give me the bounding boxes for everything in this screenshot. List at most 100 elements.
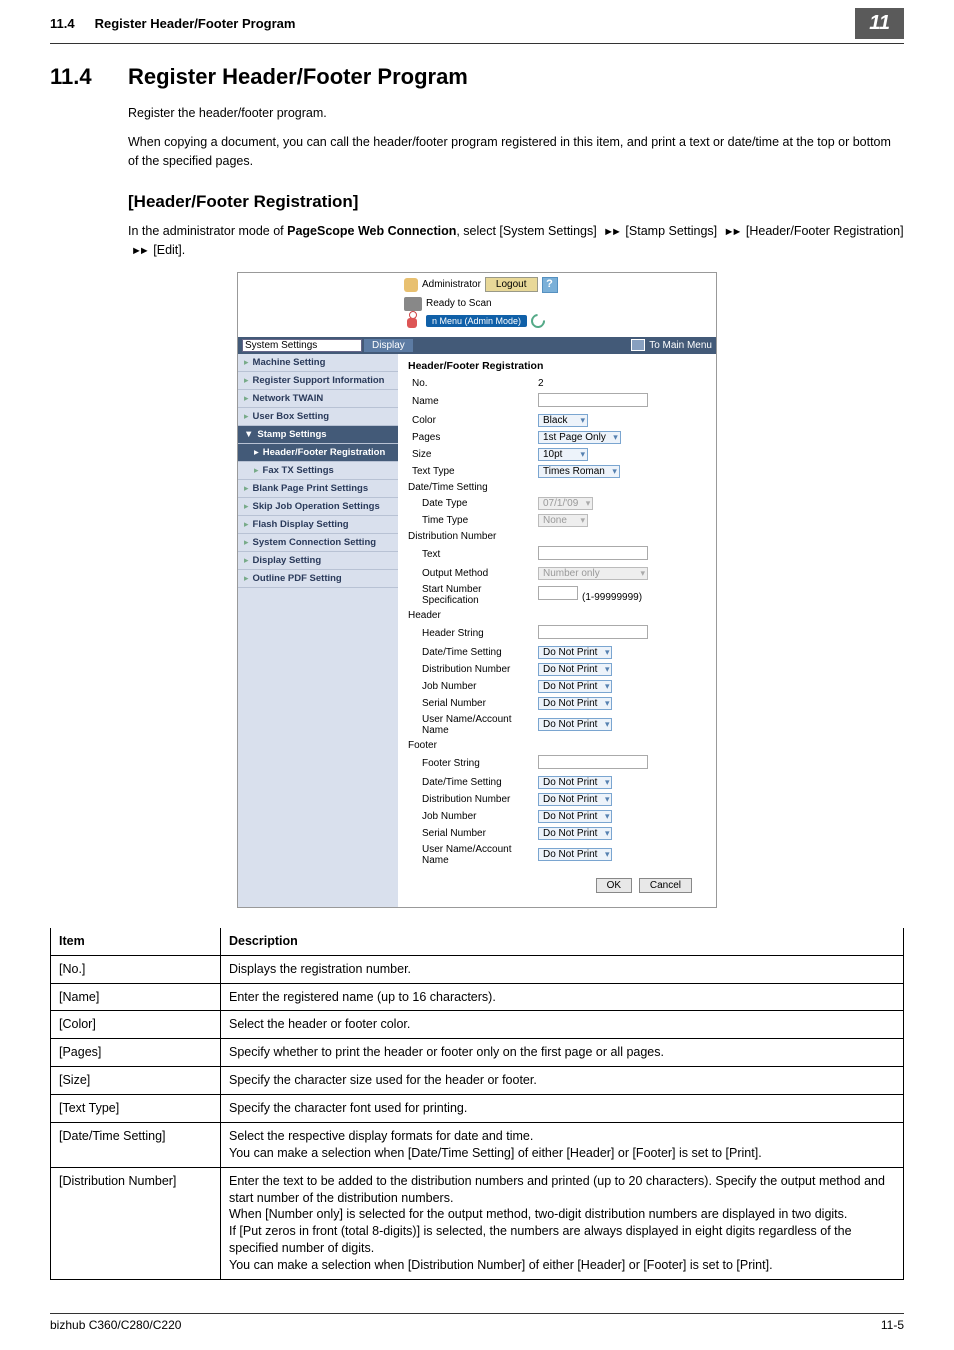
category-select[interactable]: System Settings bbox=[242, 339, 362, 352]
section-heading: [Header/Footer Registration] bbox=[128, 192, 904, 212]
item-cell: [Distribution Number] bbox=[51, 1167, 221, 1279]
table-row: [Text Type]Specify the character font us… bbox=[51, 1095, 904, 1123]
logout-button[interactable]: Logout bbox=[485, 277, 538, 292]
size-select[interactable]: 10pt bbox=[538, 448, 588, 461]
output-method-label: Output Method bbox=[408, 568, 538, 579]
h-serial-select[interactable]: Do Not Print bbox=[538, 697, 612, 710]
table-row: [No.]Displays the registration number. bbox=[51, 955, 904, 983]
footer-right: 11-5 bbox=[881, 1318, 904, 1332]
table-row: [Date/Time Setting]Select the respective… bbox=[51, 1122, 904, 1167]
sidebar-item-fax-tx[interactable]: ▸Fax TX Settings bbox=[238, 462, 398, 480]
sidebar-item-system-connection[interactable]: ▸System Connection Setting bbox=[238, 534, 398, 552]
to-main-menu-button[interactable]: To Main Menu bbox=[649, 340, 712, 351]
start-number-label: Start Number Specification bbox=[408, 584, 538, 606]
arrow-icon: ►► bbox=[131, 245, 147, 257]
h-datetime-label: Date/Time Setting bbox=[408, 647, 538, 658]
sidebar-item-header-footer-reg[interactable]: ▸Header/Footer Registration bbox=[238, 444, 398, 462]
arrow-icon: ►► bbox=[724, 226, 740, 238]
text-type-select[interactable]: Times Roman bbox=[538, 465, 620, 478]
menu-mode-label: n Menu (Admin Mode) bbox=[426, 315, 527, 327]
header-section-num: 11.4 bbox=[50, 16, 75, 31]
h-distnum-label: Distribution Number bbox=[408, 664, 538, 675]
user-icon bbox=[404, 311, 422, 331]
desc-cell: Specify the character size used for the … bbox=[221, 1067, 904, 1095]
table-row: [Distribution Number]Enter the text to b… bbox=[51, 1167, 904, 1279]
desc-cell: Select the header or footer color. bbox=[221, 1011, 904, 1039]
distribution-number-label: Distribution Number bbox=[408, 531, 538, 542]
sidebar-item-flash-display[interactable]: ▸Flash Display Setting bbox=[238, 516, 398, 534]
h-username-select[interactable]: Do Not Print bbox=[538, 718, 612, 731]
cancel-button[interactable]: Cancel bbox=[639, 878, 692, 893]
table-row: [Name]Enter the registered name (up to 1… bbox=[51, 983, 904, 1011]
sidebar-item-skip-job[interactable]: ▸Skip Job Operation Settings bbox=[238, 498, 398, 516]
f-distnum-select[interactable]: Do Not Print bbox=[538, 793, 612, 806]
h-username-label: User Name/Account Name bbox=[408, 714, 538, 736]
f-datetime-label: Date/Time Setting bbox=[408, 777, 538, 788]
admin-icon bbox=[404, 278, 418, 292]
datetime-setting-label: Date/Time Setting bbox=[408, 482, 538, 493]
date-type-label: Date Type bbox=[408, 498, 538, 509]
h-datetime-select[interactable]: Do Not Print bbox=[538, 646, 612, 659]
footer-left: bizhub C360/C280/C220 bbox=[50, 1318, 881, 1332]
item-cell: [Date/Time Setting] bbox=[51, 1122, 221, 1167]
panel-heading: Header/Footer Registration bbox=[408, 360, 706, 372]
desc-cell: Select the respective display formats fo… bbox=[221, 1122, 904, 1167]
desc-cell: Enter the registered name (up to 16 char… bbox=[221, 983, 904, 1011]
sidebar-item-network-twain[interactable]: ▸Network TWAIN bbox=[238, 390, 398, 408]
start-number-input[interactable] bbox=[538, 586, 578, 600]
main-menu-icon bbox=[631, 339, 645, 351]
item-cell: [Name] bbox=[51, 983, 221, 1011]
item-cell: [Size] bbox=[51, 1067, 221, 1095]
item-cell: [Color] bbox=[51, 1011, 221, 1039]
desc-cell: Specify the character font used for prin… bbox=[221, 1095, 904, 1123]
item-cell: [No.] bbox=[51, 955, 221, 983]
color-label: Color bbox=[408, 415, 538, 426]
sidebar-item-stamp[interactable]: ▼Stamp Settings bbox=[238, 426, 398, 444]
sidebar-item-outline-pdf[interactable]: ▸Outline PDF Setting bbox=[238, 570, 398, 588]
h-jobnum-select[interactable]: Do Not Print bbox=[538, 680, 612, 693]
date-type-select: 07/1/'09 bbox=[538, 497, 593, 510]
time-type-label: Time Type bbox=[408, 515, 538, 526]
name-label: Name bbox=[408, 396, 538, 407]
header-string-input[interactable] bbox=[538, 625, 648, 639]
printer-icon bbox=[404, 297, 422, 311]
sidebar-item-register-support[interactable]: ▸Register Support Information bbox=[238, 372, 398, 390]
section-description: In the administrator mode of PageScope W… bbox=[128, 222, 904, 260]
arrow-icon: ►► bbox=[603, 226, 619, 238]
header-group-label: Header bbox=[408, 610, 538, 621]
display-button[interactable]: Display bbox=[364, 339, 413, 352]
color-select[interactable]: Black bbox=[538, 414, 588, 427]
sidebar-item-user-box[interactable]: ▸User Box Setting bbox=[238, 408, 398, 426]
text-input[interactable] bbox=[538, 546, 648, 560]
help-button[interactable]: ? bbox=[542, 277, 558, 293]
ready-status: Ready to Scan bbox=[426, 298, 492, 309]
pages-select[interactable]: 1st Page Only bbox=[538, 431, 621, 444]
f-datetime-select[interactable]: Do Not Print bbox=[538, 776, 612, 789]
f-serial-select[interactable]: Do Not Print bbox=[538, 827, 612, 840]
sidebar: ▸Machine Setting ▸Register Support Infor… bbox=[238, 354, 398, 907]
th-item: Item bbox=[51, 928, 221, 955]
title-text: Register Header/Footer Program bbox=[128, 64, 468, 89]
pages-label: Pages bbox=[408, 432, 538, 443]
title-number: 11.4 bbox=[50, 64, 128, 90]
table-row: [Pages]Specify whether to print the head… bbox=[51, 1039, 904, 1067]
desc-cell: Enter the text to be added to the distri… bbox=[221, 1167, 904, 1279]
refresh-icon[interactable] bbox=[528, 311, 548, 331]
page-title: 11.4Register Header/Footer Program bbox=[50, 64, 904, 90]
f-jobnum-select[interactable]: Do Not Print bbox=[538, 810, 612, 823]
footer-string-input[interactable] bbox=[538, 755, 648, 769]
sidebar-item-display-setting[interactable]: ▸Display Setting bbox=[238, 552, 398, 570]
f-username-select[interactable]: Do Not Print bbox=[538, 848, 612, 861]
ok-button[interactable]: OK bbox=[596, 878, 632, 893]
size-label: Size bbox=[408, 449, 538, 460]
h-distnum-select[interactable]: Do Not Print bbox=[538, 663, 612, 676]
sidebar-item-blank-page[interactable]: ▸Blank Page Print Settings bbox=[238, 480, 398, 498]
name-input[interactable] bbox=[538, 393, 648, 407]
footer-string-label: Footer String bbox=[408, 758, 538, 769]
f-serial-label: Serial Number bbox=[408, 828, 538, 839]
output-method-select: Number only bbox=[538, 567, 648, 580]
h-serial-label: Serial Number bbox=[408, 698, 538, 709]
sidebar-item-machine[interactable]: ▸Machine Setting bbox=[238, 354, 398, 372]
no-value: 2 bbox=[538, 378, 706, 389]
table-row: [Color]Select the header or footer color… bbox=[51, 1011, 904, 1039]
